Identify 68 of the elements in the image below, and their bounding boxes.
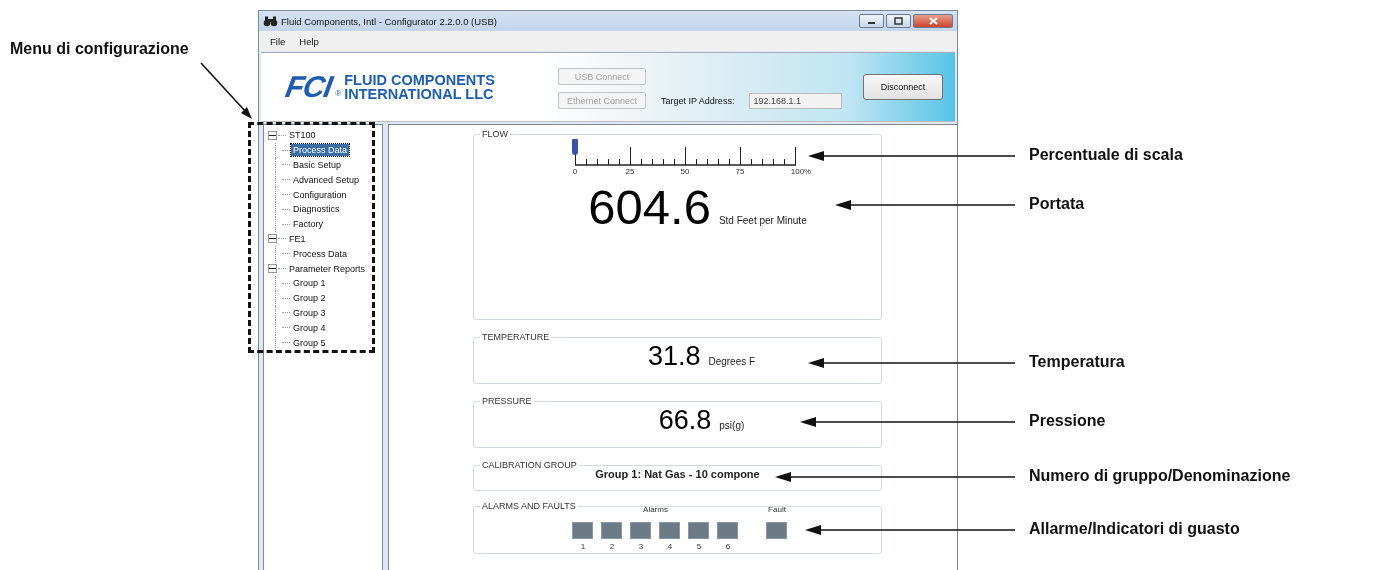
menu-item[interactable]: Help xyxy=(292,35,326,47)
scale-label: 100% xyxy=(790,167,812,176)
alarm-number: 4 xyxy=(667,542,673,551)
calibration-group-value: Group 1: Nat Gas - 10 compone xyxy=(594,468,761,482)
reading-value: 66.8 xyxy=(658,407,712,434)
callout-label: Percentuale di scala xyxy=(1029,146,1183,164)
callout-label: Numero di gruppo/Denominazione xyxy=(1029,467,1291,485)
tree-item[interactable]: ST100 xyxy=(287,129,318,142)
unit-label: psi(g) xyxy=(719,420,745,431)
tree-item[interactable]: Parameter Reports xyxy=(287,262,368,275)
alarms-label: Alarms xyxy=(643,505,668,514)
panel-title: PRESSURE xyxy=(481,396,533,406)
collapse-icon[interactable] xyxy=(268,234,277,244)
tree-item[interactable]: FE1 xyxy=(287,232,308,245)
disconnect-button[interactable]: Disconnect xyxy=(863,74,943,100)
tree-item[interactable]: Factory xyxy=(291,218,325,231)
flow-value: 604.6 xyxy=(588,183,711,232)
close-icon xyxy=(928,17,938,25)
callout-label: Portata xyxy=(1029,195,1085,213)
callout-label: Temperatura xyxy=(1029,353,1125,371)
alarm-number: 5 xyxy=(696,542,702,551)
menu-item[interactable]: File xyxy=(263,35,293,47)
ip-address-label: Target IP Address: xyxy=(661,95,735,106)
logo-text: INTERNATIONAL LLC xyxy=(344,87,495,101)
tree-item[interactable]: Group 4 xyxy=(291,321,328,334)
panel-title: CALIBRATION GROUP xyxy=(481,460,578,470)
tree-item[interactable]: Group 5 xyxy=(291,336,328,349)
scale-label: 25 xyxy=(625,167,635,176)
alarm-number: 3 xyxy=(638,542,644,551)
tree-item[interactable]: Configuration xyxy=(291,188,349,201)
tree-item[interactable]: Group 2 xyxy=(291,292,328,305)
callout-label: Menu di configurazione xyxy=(10,40,189,58)
callout-label: Pressione xyxy=(1029,412,1106,430)
alarm-number: 2 xyxy=(609,542,615,551)
tree-item[interactable]: Basic Setup xyxy=(291,159,344,171)
unit-label: Degrees F xyxy=(708,356,756,367)
fault-label: Fault xyxy=(768,505,786,514)
panel-title: ALARMS AND FAULTS xyxy=(481,501,577,511)
scale-label: 50 xyxy=(680,167,690,176)
maximize-icon xyxy=(894,17,903,25)
registered-mark: ® xyxy=(335,89,342,98)
logo-mark: FCI xyxy=(283,70,335,104)
maximize-button[interactable] xyxy=(886,14,911,28)
tree-item[interactable]: Group 1 xyxy=(291,277,328,290)
ip-address-field[interactable]: 192.168.1.1 xyxy=(749,92,843,109)
reading-value: 31.8 xyxy=(647,343,701,370)
tree-item[interactable]: Diagnostics xyxy=(291,203,342,216)
callout-arrow xyxy=(200,62,253,120)
tree-item[interactable]: Process Data xyxy=(291,247,350,260)
minimize-button[interactable] xyxy=(859,14,884,28)
scale-marker xyxy=(572,139,578,155)
tree-item[interactable]: Process Data xyxy=(291,144,350,157)
collapse-icon[interactable] xyxy=(268,130,277,140)
tree-item[interactable]: Advanced Setup xyxy=(291,173,362,186)
panel-title: TEMPERATURE xyxy=(481,332,551,342)
callout-label: Allarme/Indicatori di guasto xyxy=(1029,520,1240,538)
unit-label: Std Feet per Minute xyxy=(718,215,807,226)
scale-label: 0 xyxy=(572,167,578,176)
tree-item[interactable]: Group 3 xyxy=(291,306,328,319)
alarm-number: 1 xyxy=(580,542,586,551)
panel-title: FLOW xyxy=(481,129,509,139)
logo-text: FLUID COMPONENTS xyxy=(344,73,495,87)
scale-label: 75 xyxy=(735,167,745,176)
collapse-icon[interactable] xyxy=(268,264,277,274)
window-title: Fluid Components, Intl - Configurator 2.2.0.0 (USB) xyxy=(281,15,497,27)
close-button[interactable] xyxy=(913,14,953,28)
alarm-number: 6 xyxy=(725,542,731,551)
binoculars-icon xyxy=(263,15,278,27)
